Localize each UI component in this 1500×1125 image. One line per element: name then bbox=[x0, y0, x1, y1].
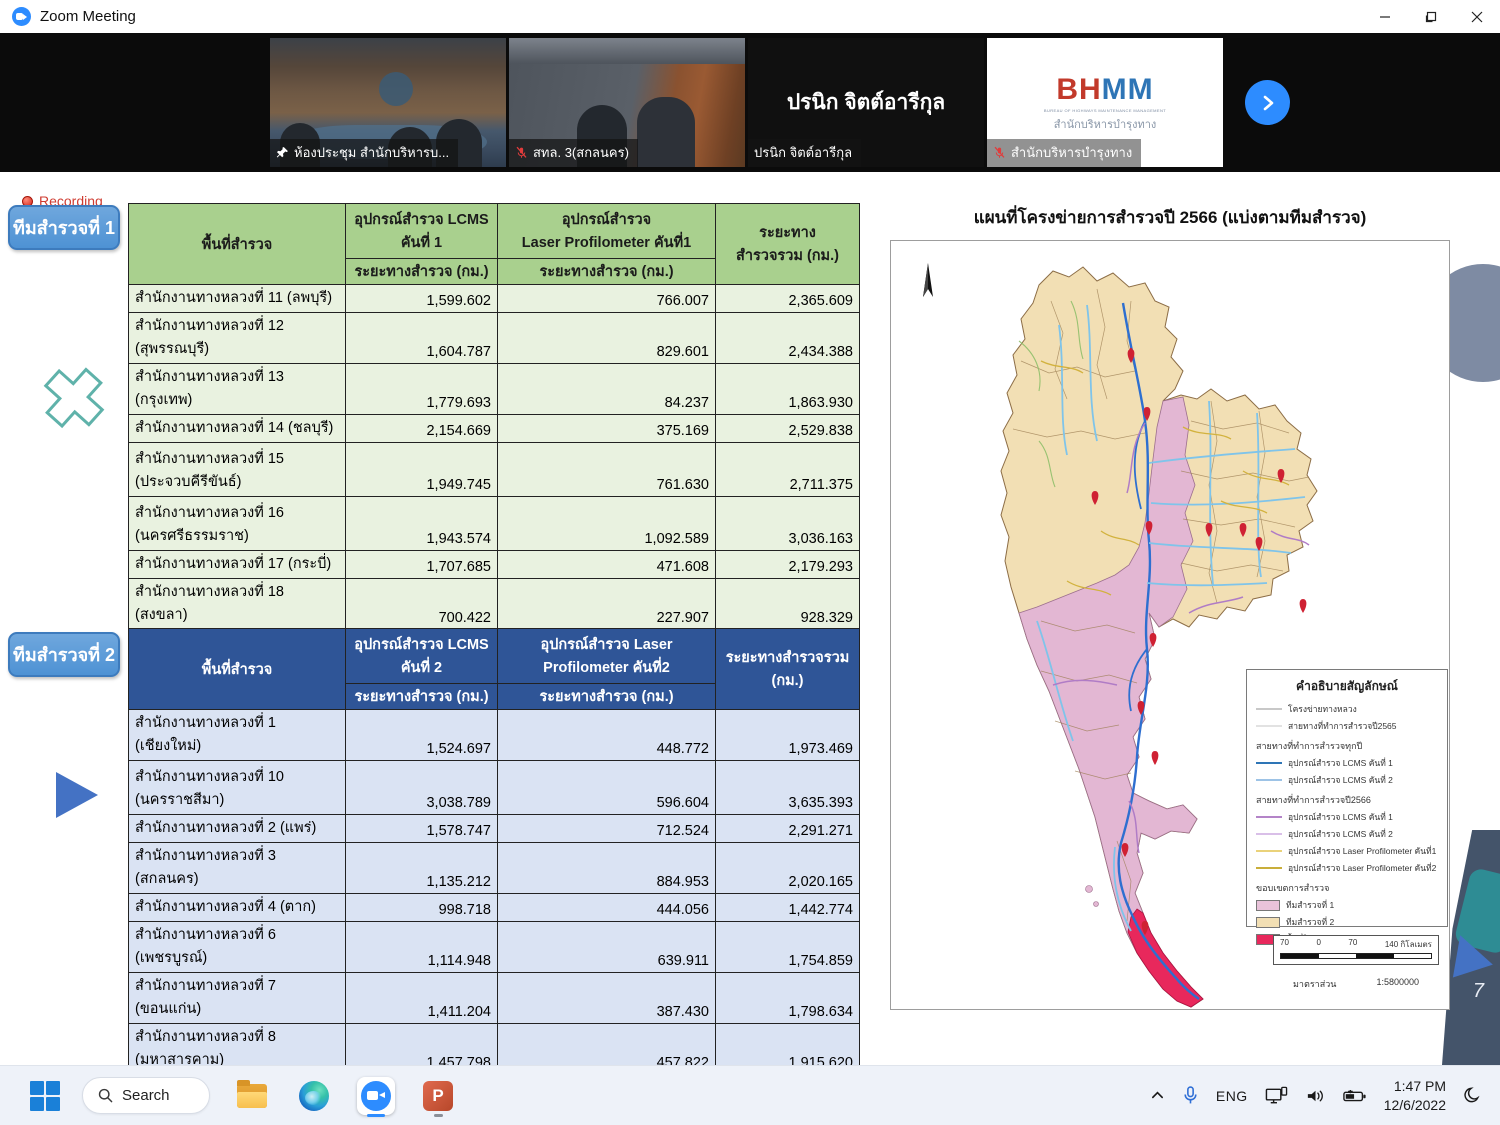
window-titlebar: Zoom Meeting bbox=[0, 0, 1500, 33]
table-row: สำนักงานทางหลวงที่ 7 (ขอนแก่น)1,411.2043… bbox=[129, 973, 860, 1024]
file-explorer-button[interactable] bbox=[232, 1074, 272, 1118]
decorative-cross-shape bbox=[36, 362, 108, 438]
survey-table-team2: พื้นที่สำรวจอุปกรณ์สำรวจ LCMS คันที่ 2อุ… bbox=[128, 628, 859, 1065]
legend-item: อุปกรณ์สำรวจ LCMS คันที่ 1 bbox=[1256, 756, 1438, 770]
table-row: สำนักงานทางหลวงที่ 8 (มหาสารคาม)1,457.79… bbox=[129, 1024, 860, 1066]
legend-item: ทีมสำรวจที่ 2 bbox=[1256, 915, 1438, 929]
tray-speaker-icon[interactable] bbox=[1305, 1087, 1326, 1105]
participant-name-label: ปรนิก จิตต์อารีกุล bbox=[748, 139, 861, 167]
legend-group-label: สายทางที่ทำการสำรวจปี2566 bbox=[1256, 793, 1438, 807]
start-button[interactable] bbox=[30, 1081, 60, 1111]
scalebar-tick: 0 bbox=[1316, 938, 1320, 951]
legend-item: โครงข่ายทางหลวง bbox=[1256, 702, 1438, 716]
zoom-meeting-window: Zoom Meeting ห้องประชุม สำนักบริหารบ... … bbox=[0, 0, 1500, 1125]
table-row: สำนักงานทางหลวงที่ 14 (ชลบุรี)2,154.6693… bbox=[129, 415, 860, 443]
table-row: สำนักงานทางหลวงที่ 4 (ตาก)998.718444.056… bbox=[129, 894, 860, 922]
edge-browser-button[interactable] bbox=[294, 1074, 334, 1118]
team1-badge: ทีมสำรวจที่ 1 bbox=[8, 205, 120, 250]
zoom-app-icon bbox=[12, 7, 31, 26]
maximize-button[interactable] bbox=[1408, 0, 1454, 33]
muted-mic-icon bbox=[515, 146, 528, 159]
close-button[interactable] bbox=[1454, 0, 1500, 33]
table-row: สำนักงานทางหลวงที่ 10 (นครราชสีมา)3,038.… bbox=[129, 761, 860, 815]
clock[interactable]: 1:47 PM 12/6/2022 bbox=[1384, 1077, 1446, 1113]
legend-item: อุปกรณ์สำรวจ LCMS คันที่ 2 bbox=[1256, 827, 1438, 841]
map-title: แผนที่โครงข่ายการสำรวจปี 2566 (แบ่งตามที… bbox=[890, 204, 1450, 231]
minimize-button[interactable] bbox=[1362, 0, 1408, 33]
file-explorer-icon bbox=[237, 1084, 267, 1108]
legend-group-label: สายทางที่ทำการสำรวจทุกปี bbox=[1256, 739, 1438, 753]
map-frame: คำอธิบายสัญลักษณ์ โครงข่ายทางหลวงสายทางท… bbox=[890, 240, 1450, 1010]
scalebar-tick: 140 กิโลเมตร bbox=[1385, 938, 1432, 951]
table-row: สำนักงานทางหลวงที่ 13 (กรุงเทพ)1,779.693… bbox=[129, 364, 860, 415]
table-row: สำนักงานทางหลวงที่ 12 (สุพรรณบุรี)1,604.… bbox=[129, 313, 860, 364]
tray-battery-icon[interactable] bbox=[1343, 1088, 1367, 1104]
legend-title: คำอธิบายสัญลักษณ์ bbox=[1256, 677, 1438, 696]
participant-tile-sakon-nakhon[interactable]: สทล. 3(สกลนคร) bbox=[509, 38, 745, 167]
team2-badge: ทีมสำรวจที่ 2 bbox=[8, 632, 120, 677]
windows-taskbar: Search P ENG bbox=[0, 1065, 1500, 1125]
data-table: พื้นที่สำรวจอุปกรณ์สำรวจ LCMS คันที่ 2อุ… bbox=[128, 628, 860, 1065]
zoom-icon bbox=[361, 1081, 391, 1111]
participant-name-label: สำนักบริหารบำรุงทาง bbox=[987, 139, 1141, 167]
bhmm-logo: BHMM bbox=[1056, 73, 1153, 107]
participant-display-name: ปรนิก จิตต์อารีกุล bbox=[787, 86, 945, 119]
table-row: สำนักงานทางหลวงที่ 16 (นครศรีธรรมราช)1,9… bbox=[129, 497, 860, 551]
tray-moon-icon[interactable] bbox=[1463, 1086, 1482, 1105]
tray-chevron-up-icon[interactable] bbox=[1150, 1088, 1165, 1103]
legend-item: อุปกรณ์สำรวจ LCMS คันที่ 1 bbox=[1256, 810, 1438, 824]
slide-page-number: 7 bbox=[1473, 980, 1484, 1003]
table-row: สำนักงานทางหลวงที่ 17 (กระบี่)1,707.6854… bbox=[129, 551, 860, 579]
map-scale-caption: มาตราส่วน1:5800000 bbox=[1273, 977, 1439, 991]
tray-microphone-icon[interactable] bbox=[1182, 1086, 1199, 1105]
decorative-triangle-shape bbox=[56, 772, 98, 818]
bhmm-logo-subtitle: BUREAU OF HIGHWAYS MAINTENANCE MANAGEMEN… bbox=[1044, 108, 1166, 113]
legend-group-label: ขอบเขตการสำรวจ bbox=[1256, 881, 1438, 895]
muted-mic-icon bbox=[993, 146, 1006, 159]
table-row: สำนักงานทางหลวงที่ 18 (สงขลา)700.422227.… bbox=[129, 579, 860, 630]
legend-item: อุปกรณ์สำรวจ LCMS คันที่ 2 bbox=[1256, 773, 1438, 787]
shared-screen-slide: Recording ทีมสำรวจที่ 1 ทีมสำรวจที่ 2 7 … bbox=[0, 172, 1500, 1065]
participant-tile-pranik[interactable]: ปรนิก จิตต์อารีกุล ปรนิก จิตต์อารีกุล bbox=[748, 38, 984, 167]
pin-icon bbox=[276, 146, 289, 159]
bhmm-logo-thai: สำนักบริหารบำรุงทาง bbox=[1054, 115, 1157, 133]
chevron-right-icon bbox=[1259, 94, 1277, 112]
table-row: สำนักงานทางหลวงที่ 6 (เพชรบูรณ์)1,114.94… bbox=[129, 922, 860, 973]
table-row: สำนักงานทางหลวงที่ 1 (เชียงใหม่)1,524.69… bbox=[129, 710, 860, 761]
next-participants-button[interactable] bbox=[1245, 80, 1290, 125]
powerpoint-button[interactable]: P bbox=[418, 1074, 458, 1118]
tray-display-icon[interactable] bbox=[1265, 1086, 1288, 1106]
legend-item: อุปกรณ์สำรวจ Laser Profilometer คันที่1 bbox=[1256, 844, 1438, 858]
zoom-app-button[interactable] bbox=[356, 1074, 396, 1118]
scalebar-tick: 70 bbox=[1348, 938, 1357, 951]
video-strip: ห้องประชุม สำนักบริหารบ... สทล. 3(สกลนคร… bbox=[0, 33, 1500, 172]
search-icon bbox=[97, 1087, 114, 1104]
tray-date: 12/6/2022 bbox=[1384, 1096, 1446, 1114]
map-legend: คำอธิบายสัญลักษณ์ โครงข่ายทางหลวงสายทางท… bbox=[1246, 669, 1448, 927]
powerpoint-icon: P bbox=[423, 1081, 453, 1111]
participant-tile-bhmm[interactable]: BHMM BUREAU OF HIGHWAYS MAINTENANCE MANA… bbox=[987, 38, 1223, 167]
legend-item: สายทางที่ทำการสำรวจปี2565 bbox=[1256, 719, 1438, 733]
edge-icon bbox=[299, 1081, 329, 1111]
table-row: สำนักงานทางหลวงที่ 15 (ประจวบคีรีขันธ์)1… bbox=[129, 443, 860, 497]
search-input[interactable]: Search bbox=[82, 1077, 210, 1114]
participant-name-label: ห้องประชุม สำนักบริหารบ... bbox=[270, 139, 458, 167]
table-row: สำนักงานทางหลวงที่ 11 (ลพบุรี)1,599.6027… bbox=[129, 285, 860, 313]
language-indicator[interactable]: ENG bbox=[1216, 1088, 1248, 1104]
tray-time: 1:47 PM bbox=[1384, 1077, 1446, 1095]
legend-item: อุปกรณ์สำรวจ Laser Profilometer คันที่2 bbox=[1256, 861, 1438, 875]
table-row: สำนักงานทางหลวงที่ 3 (สกลนคร)1,135.21288… bbox=[129, 843, 860, 894]
table-row: สำนักงานทางหลวงที่ 2 (แพร่)1,578.747712.… bbox=[129, 815, 860, 843]
legend-item: ทีมสำรวจที่ 1 bbox=[1256, 898, 1438, 912]
participant-tile-room[interactable]: ห้องประชุม สำนักบริหารบ... bbox=[270, 38, 506, 167]
scalebar-tick: 70 bbox=[1280, 938, 1289, 951]
participant-name-label: สทล. 3(สกลนคร) bbox=[509, 139, 638, 167]
map-scalebar: 70 0 70 140 กิโลเมตร bbox=[1273, 935, 1439, 965]
window-title: Zoom Meeting bbox=[40, 8, 136, 25]
north-arrow-icon bbox=[923, 263, 933, 297]
